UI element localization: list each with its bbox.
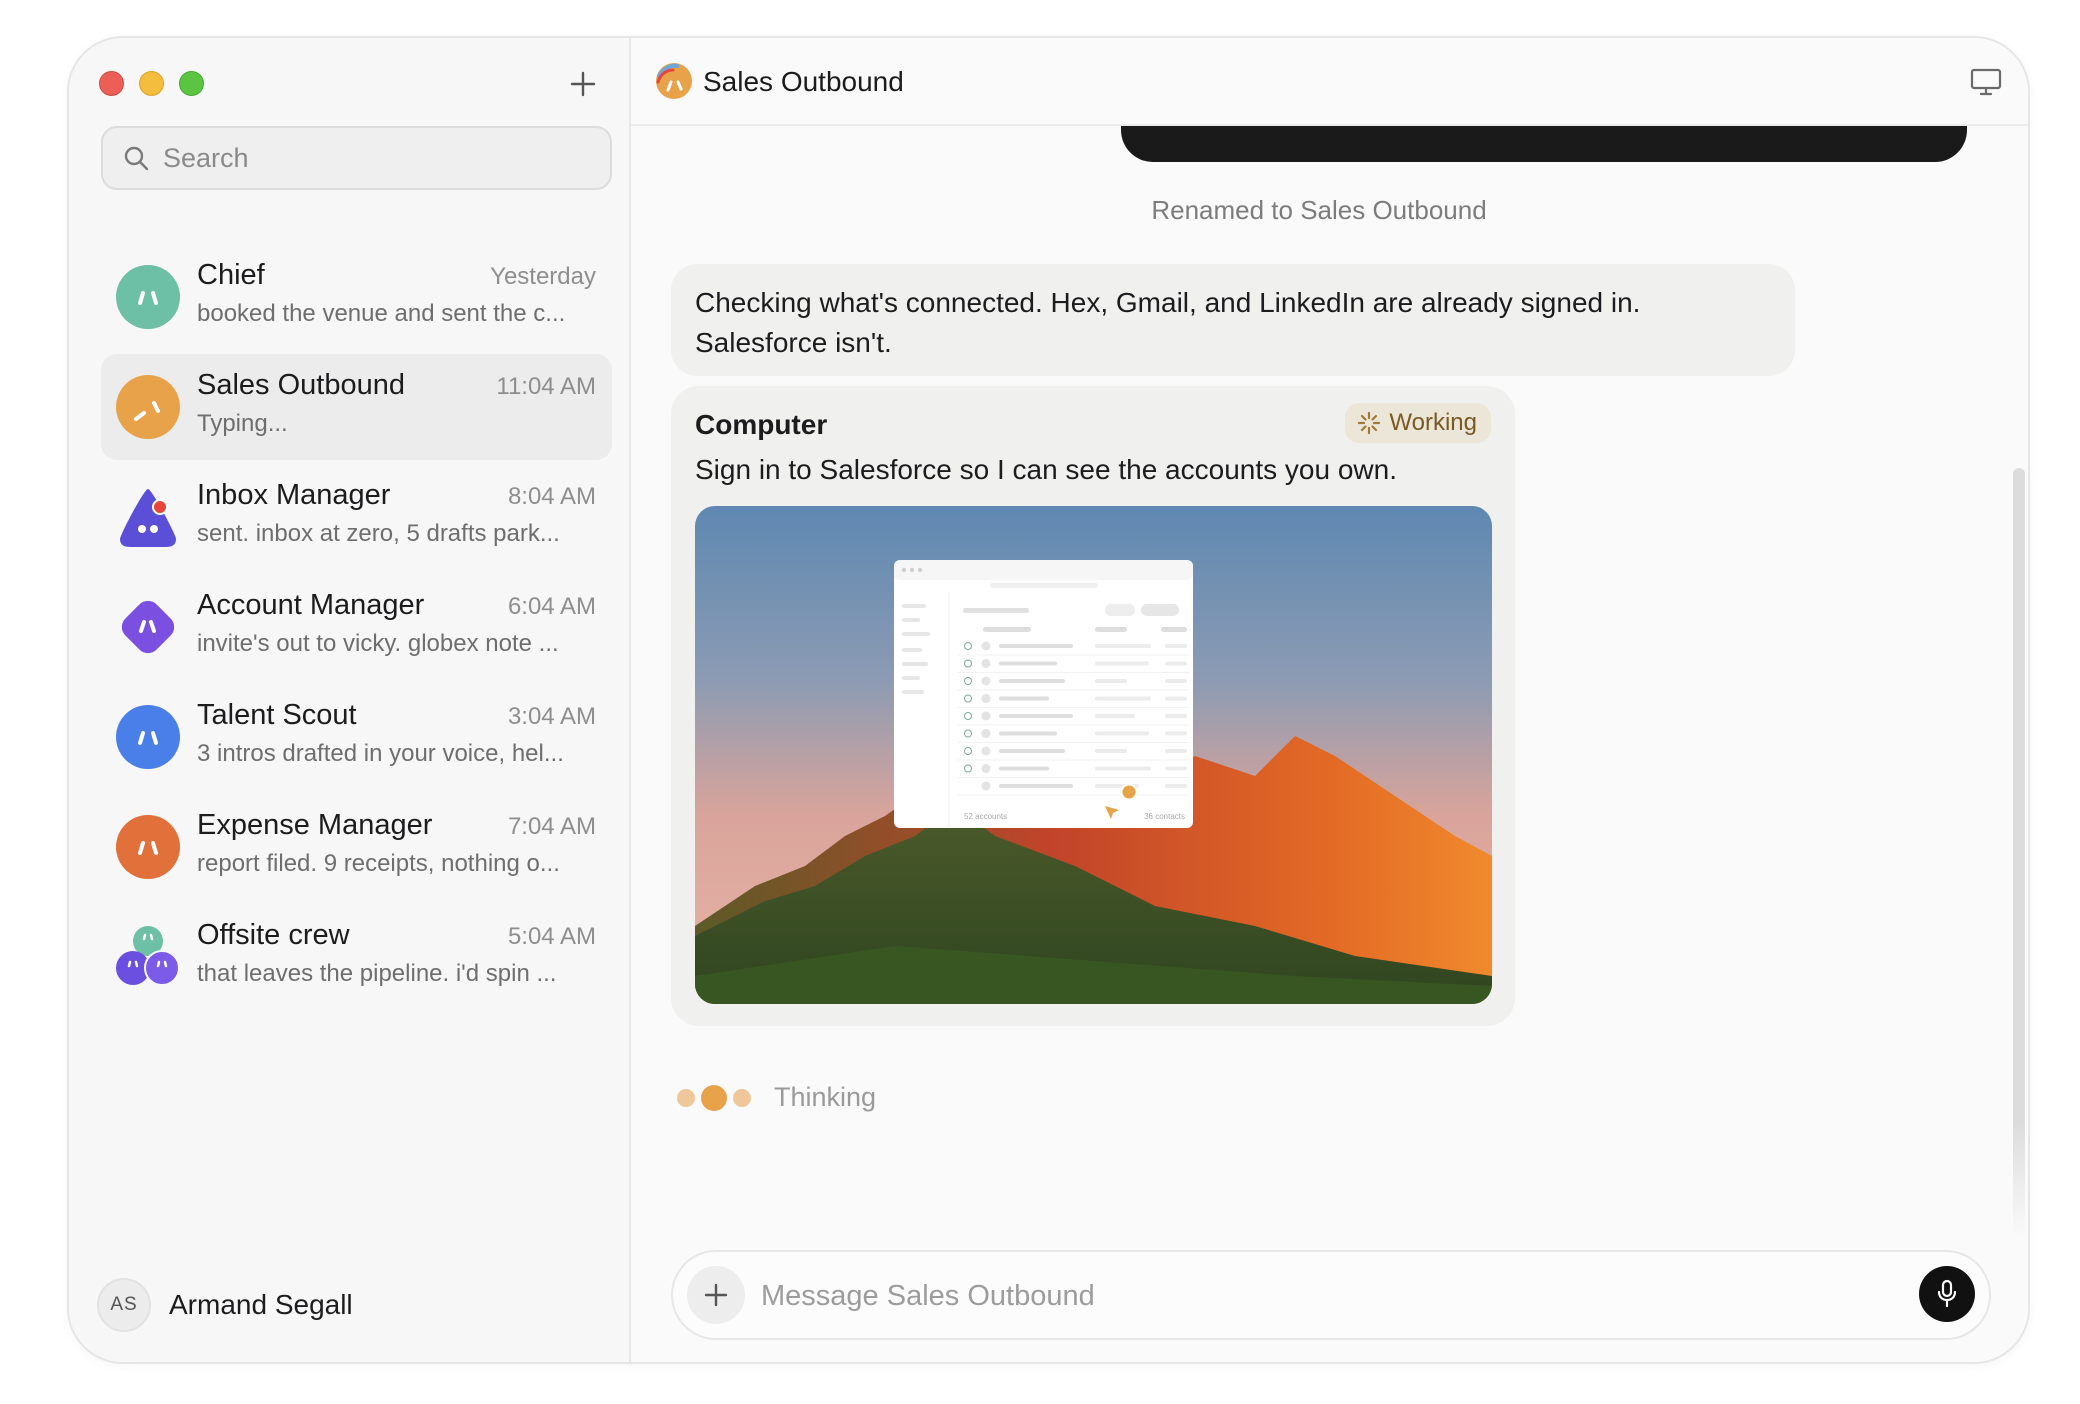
- chat-title: Sales Outbound: [703, 66, 904, 97]
- salesforce-window-mockup: 52 accounts 36 contacts: [894, 560, 1193, 828]
- message-composer: [671, 1250, 1991, 1340]
- minimize-window-button[interactable]: [139, 71, 164, 96]
- conversation-item-inbox-manager[interactable]: Inbox Manager 8:04 AM sent. inbox at zer…: [101, 464, 612, 570]
- conversation-item-offsite-crew[interactable]: Offsite crew 5:04 AM that leaves the pip…: [101, 904, 612, 1010]
- conversation-item-expense-manager[interactable]: Expense Manager 7:04 AM report filed. 9 …: [101, 794, 612, 900]
- search-box[interactable]: [101, 126, 612, 190]
- talent-scout-avatar-icon: [116, 705, 180, 769]
- thinking-label: Thinking: [774, 1082, 877, 1112]
- assistant-message: Checking what's connected. Hex, Gmail, a…: [671, 264, 1795, 376]
- conversation-time: 11:04 AM: [496, 373, 596, 400]
- conversation-item-sales-outbound[interactable]: Sales Outbound 11:04 AM Typing...: [101, 354, 612, 460]
- conversation-name: Inbox Manager: [197, 479, 391, 511]
- voice-input-button[interactable]: [1919, 1266, 1975, 1322]
- new-chat-button[interactable]: [565, 66, 601, 102]
- computer-card-text: Sign in to Salesforce so I can see the a…: [695, 454, 1397, 485]
- user-avatar: AS: [97, 1278, 151, 1332]
- plus-icon: [570, 71, 596, 97]
- conversation-name: Talent Scout: [197, 699, 357, 731]
- conversation-time: 8:04 AM: [507, 483, 596, 510]
- conversation-name: Offsite crew: [197, 919, 350, 951]
- chat-scrollbar[interactable]: [2013, 468, 2025, 1238]
- working-status-badge: Working: [1345, 403, 1491, 443]
- thinking-dots-icon: [677, 1084, 751, 1111]
- conversation-item-talent-scout[interactable]: Talent Scout 3:04 AM 3 intros drafted in…: [101, 684, 612, 790]
- sidebar: Chief Yesterday booked the venue and sen…: [69, 38, 631, 1362]
- account-manager-avatar-icon: [121, 600, 175, 654]
- spinner-icon: [1358, 411, 1381, 435]
- group-avatar-icon: [116, 926, 180, 986]
- conversation-list: Chief Yesterday booked the venue and sen…: [101, 244, 612, 1014]
- attach-button[interactable]: [687, 1266, 745, 1324]
- conversation-preview: invite's out to vicky. globex note ...: [197, 630, 559, 657]
- inbox-manager-avatar-icon: [120, 489, 176, 547]
- conversation-preview: that leaves the pipeline. i'd spin ...: [197, 960, 557, 987]
- monitor-icon[interactable]: [1970, 68, 2002, 96]
- computer-card: Computer Working Sign in to Salesforce s…: [671, 386, 1515, 1026]
- user-name: Armand Segall: [169, 1289, 353, 1320]
- conversation-item-account-manager[interactable]: Account Manager 6:04 AM invite's out to …: [101, 574, 612, 680]
- system-note: Renamed to Sales Outbound: [1151, 195, 1487, 225]
- conversation-time: 3:04 AM: [507, 703, 596, 730]
- conversation-preview: 3 intros drafted in your voice, hel...: [197, 740, 564, 767]
- sales-outbound-logo-icon: [656, 63, 692, 99]
- conversation-name: Chief: [197, 259, 265, 291]
- conversation-name: Sales Outbound: [197, 369, 405, 401]
- sales-outbound-avatar-icon: [116, 375, 180, 439]
- screenshot-footer-right: 36 contacts: [1144, 812, 1185, 821]
- conversation-preview: report filed. 9 receipts, nothing o...: [197, 850, 560, 877]
- conversation-preview: Typing...: [197, 410, 288, 437]
- zoom-window-button[interactable]: [179, 71, 204, 96]
- app-window: Chief Yesterday booked the venue and sen…: [67, 36, 2030, 1364]
- chief-avatar-icon: [116, 265, 180, 329]
- conversation-preview: sent. inbox at zero, 5 drafts park...: [197, 520, 560, 547]
- user-profile[interactable]: AS Armand Segall: [97, 1278, 353, 1332]
- expense-manager-avatar-icon: [116, 815, 180, 879]
- close-window-button[interactable]: [99, 71, 124, 96]
- screenshot-image: 52 accounts 36 contacts: [695, 506, 1492, 1004]
- conversation-time: 6:04 AM: [507, 593, 596, 620]
- message-input[interactable]: [761, 1274, 1861, 1318]
- conversation-time: 5:04 AM: [507, 923, 596, 950]
- conversation-name: Account Manager: [197, 589, 425, 621]
- search-icon: [124, 146, 149, 171]
- chat-header: Sales Outbound: [631, 38, 2028, 126]
- screenshot-footer-left: 52 accounts: [964, 812, 1007, 821]
- chat-pane: Sales Outbound Renamed to Sales Outbound…: [631, 38, 2028, 1362]
- thinking-indicator: Thinking: [676, 1082, 876, 1113]
- search-input[interactable]: [163, 142, 583, 174]
- microphone-icon: [1937, 1279, 1957, 1308]
- plus-icon: [704, 1283, 728, 1307]
- computer-card-title: Computer: [695, 409, 828, 440]
- computer-screenshot[interactable]: 52 accounts 36 contacts: [695, 506, 1492, 1004]
- conversation-name: Expense Manager: [197, 809, 433, 841]
- working-status-label: Working: [1389, 409, 1477, 436]
- window-controls: [99, 71, 204, 96]
- conversation-preview: booked the venue and sent the c...: [197, 300, 566, 327]
- conversation-time: 7:04 AM: [507, 813, 596, 840]
- conversation-time: Yesterday: [490, 263, 596, 290]
- conversation-item-chief[interactable]: Chief Yesterday booked the venue and sen…: [101, 244, 612, 350]
